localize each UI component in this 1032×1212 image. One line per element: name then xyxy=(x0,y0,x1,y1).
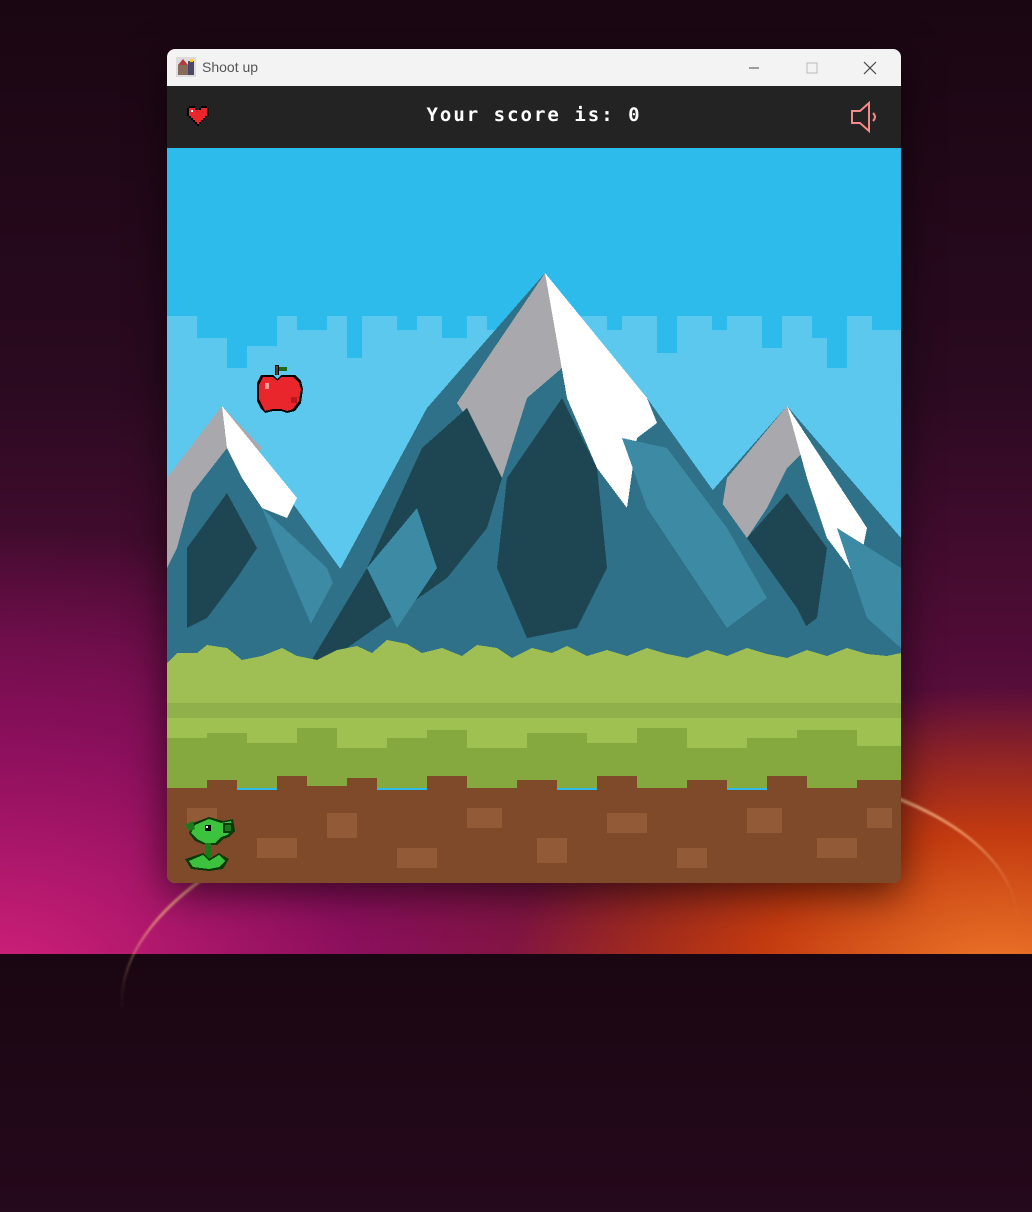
minimize-icon xyxy=(749,67,759,68)
close-icon xyxy=(863,61,877,74)
window-title: Shoot up xyxy=(202,59,259,75)
minimize-button[interactable] xyxy=(725,49,783,86)
hud-bar: Your score is: 0 xyxy=(167,86,901,148)
close-button[interactable] xyxy=(841,49,899,86)
game-scene[interactable] xyxy=(167,148,901,883)
maximize-button[interactable] xyxy=(783,49,841,86)
title-bar[interactable]: Shoot up xyxy=(167,49,901,86)
speaker-icon[interactable] xyxy=(849,100,881,134)
score-label: Your score is: 0 xyxy=(426,104,642,126)
maximize-icon xyxy=(806,62,818,73)
game-window: Shoot up Your score is: 0 xyxy=(167,49,901,883)
app-icon xyxy=(176,57,196,77)
dirt-ground xyxy=(167,776,901,883)
